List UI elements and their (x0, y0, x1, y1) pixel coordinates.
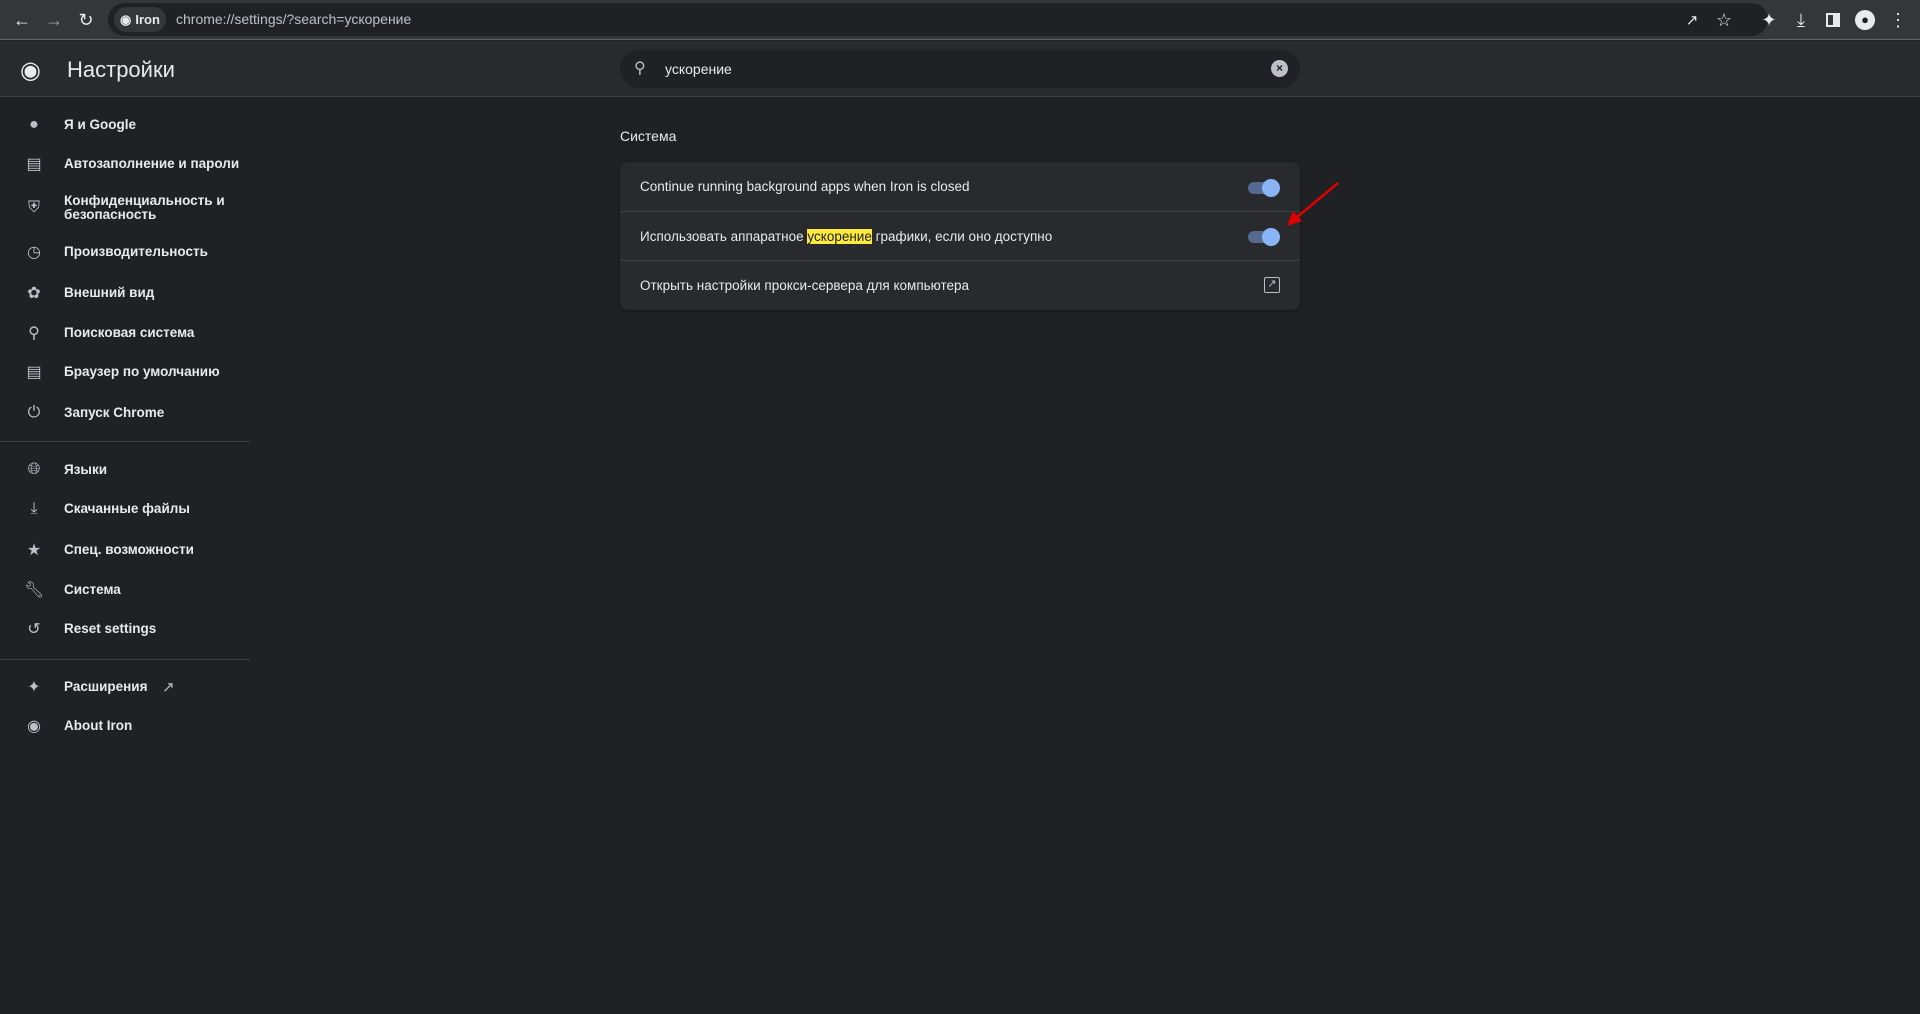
annotation-arrow (1287, 182, 1339, 226)
